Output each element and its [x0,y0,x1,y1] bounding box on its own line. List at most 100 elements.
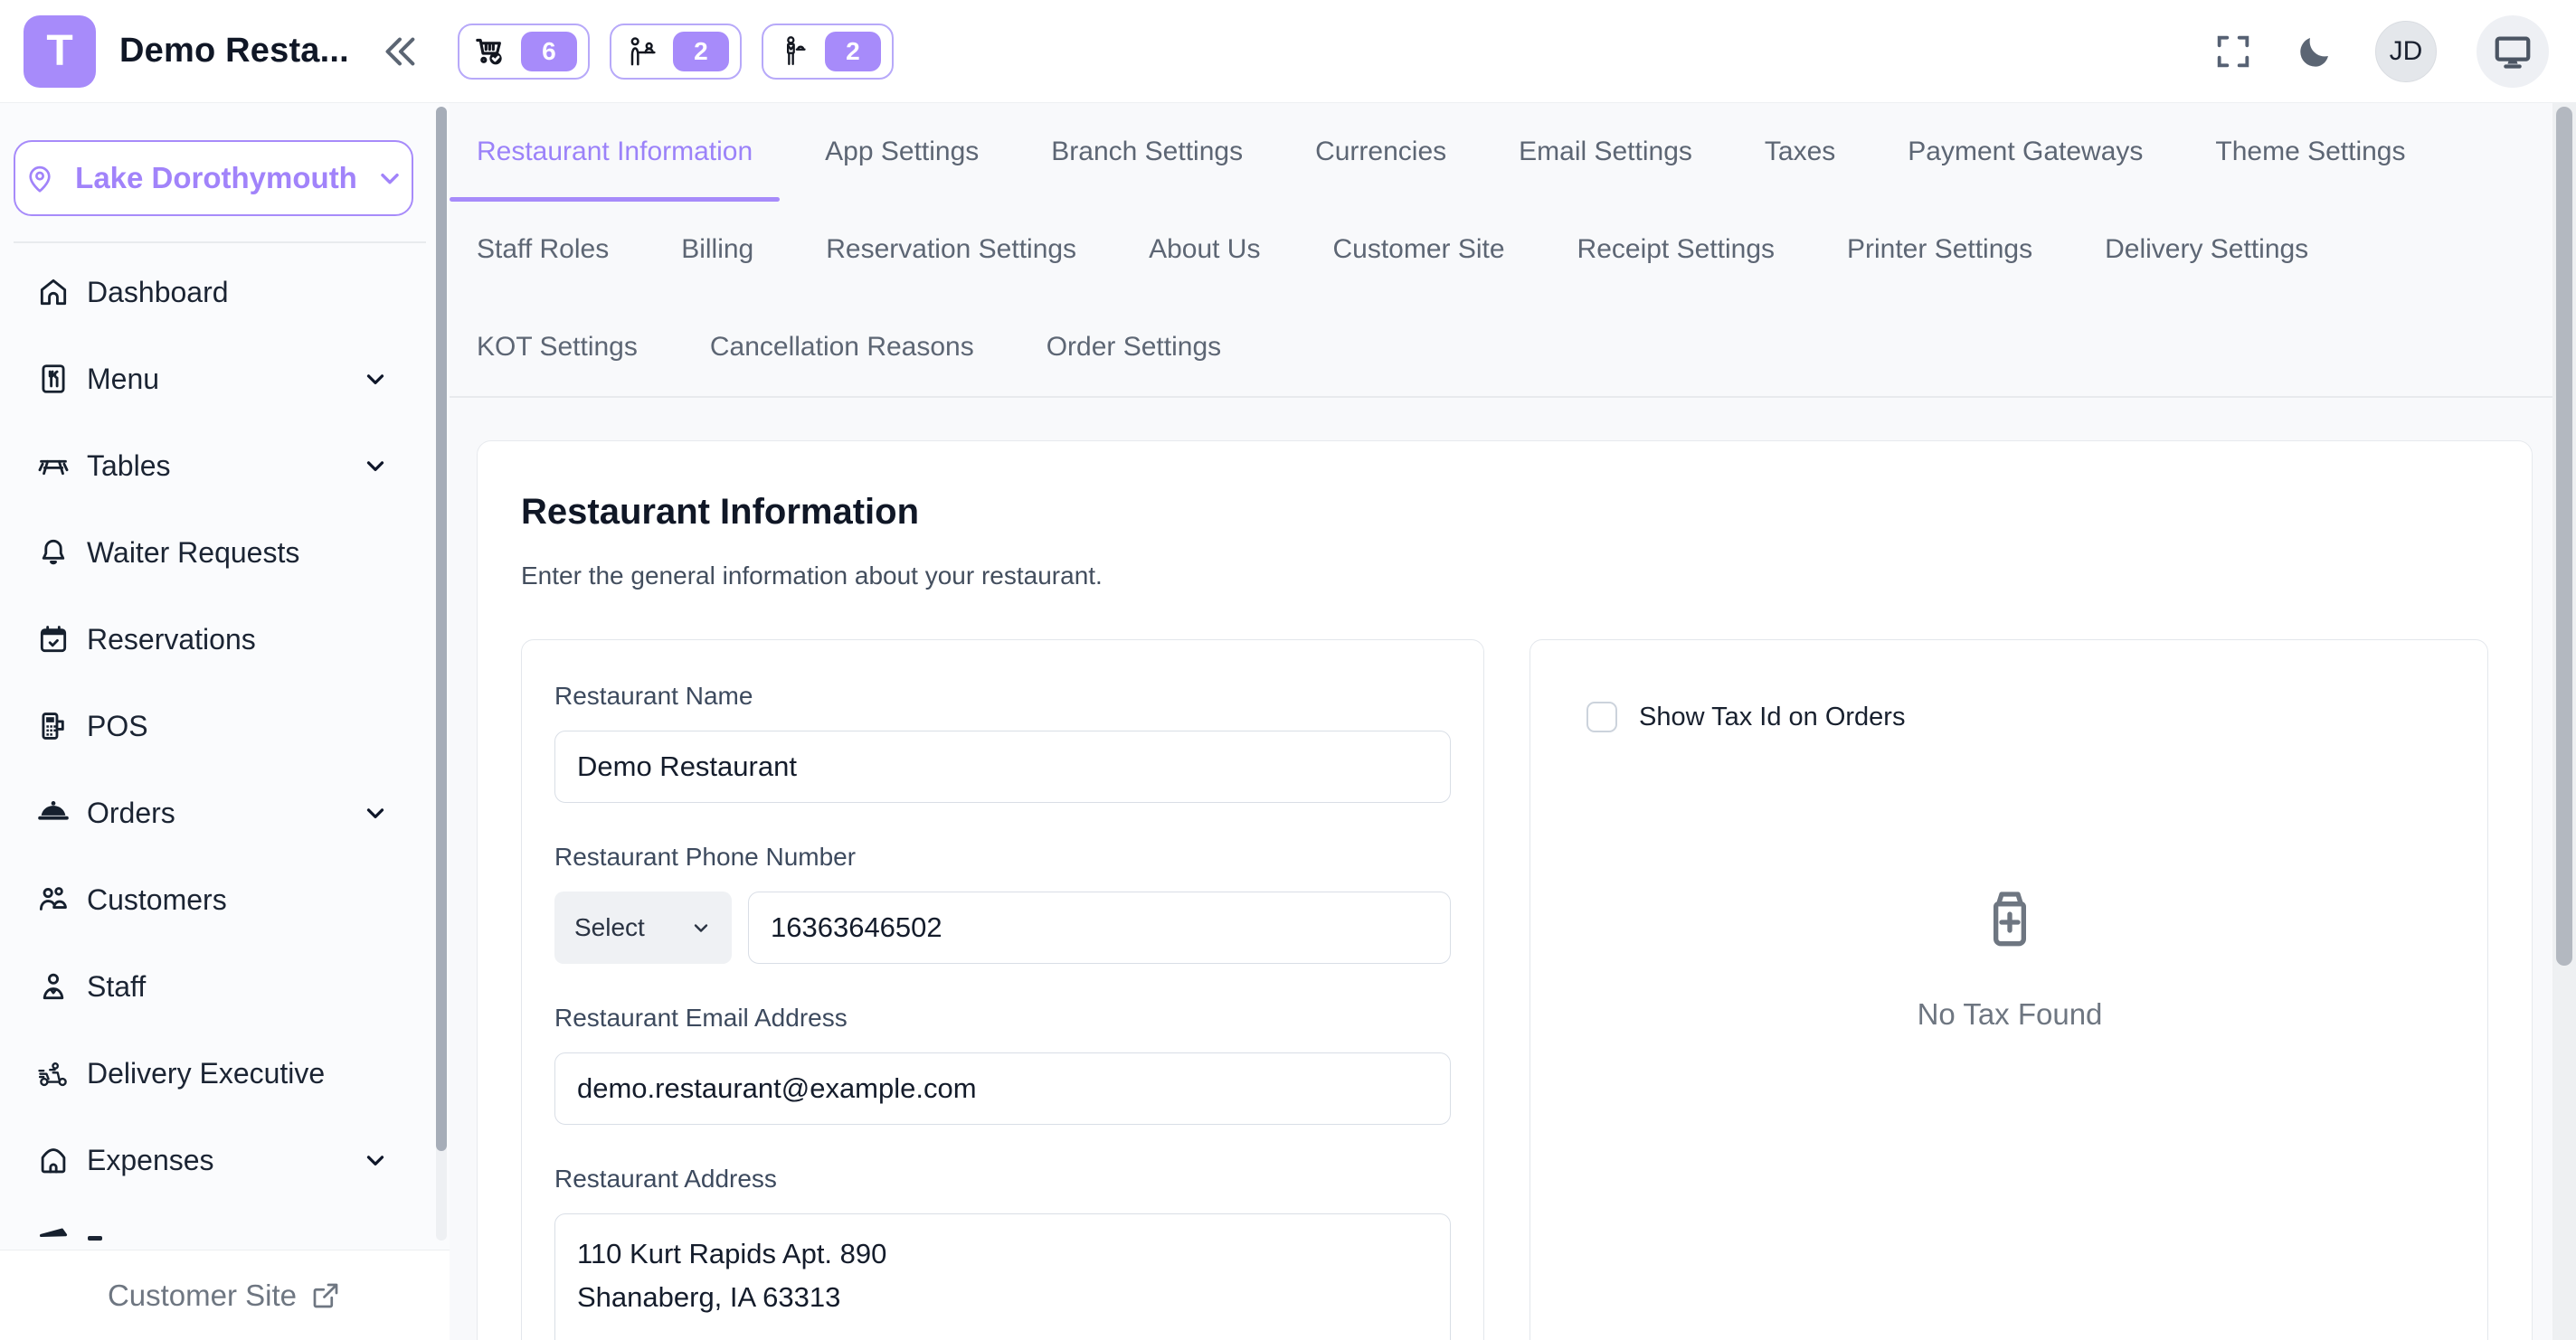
restaurant-email-input[interactable] [554,1052,1451,1125]
sidebar-footer: Customer Site [0,1250,450,1340]
delivery-count-badge: 2 [825,32,881,71]
location-pin-icon [23,161,57,195]
home-icon [36,275,71,309]
chevron-down-icon [362,365,389,392]
restaurant-name-field: Restaurant Name [554,682,1451,803]
customer-site-link[interactable]: Customer Site [108,1279,297,1313]
sidebar-item-staff[interactable]: Staff [0,943,450,1030]
tab-taxes[interactable]: Taxes [1738,103,1862,201]
user-icon [36,969,71,1004]
phone-country-code-select[interactable]: Select [554,892,732,964]
sidebar-item-dashboard[interactable]: Dashboard [0,249,450,335]
sidebar-item-menu[interactable]: Menu [0,335,450,422]
tab-receipt-settings[interactable]: Receipt Settings [1550,201,1802,298]
tab-order-settings[interactable]: Order Settings [1019,298,1248,396]
app-logo[interactable]: T [24,15,96,88]
panels-row: Restaurant Name Restaurant Phone Number … [521,639,2488,1340]
restaurant-address-field: Restaurant Address 110 Kurt Rapids Apt. … [554,1165,1451,1340]
sidebar-item-customers[interactable]: Customers [0,856,450,943]
sidebar-item-expenses[interactable]: Expenses [0,1117,450,1203]
sidebar-divider [14,241,426,243]
sidebar-item-label: Expenses [87,1144,214,1177]
chevron-down-icon [362,799,389,826]
tab-theme-settings[interactable]: Theme Settings [2188,103,2432,201]
header-badge-group: 6 2 [458,24,894,80]
tab-billing[interactable]: Billing [654,201,781,298]
external-link-icon [309,1279,342,1312]
tab-kot-settings[interactable]: KOT Settings [450,298,665,396]
waiter-request-badge-button[interactable]: 2 [610,24,742,80]
menu-book-icon [36,362,71,396]
restaurant-name-label: Restaurant Name [554,682,1451,711]
tab-staff-roles[interactable]: Staff Roles [450,201,636,298]
monitor-icon [2492,31,2533,72]
no-tax-empty-state: No Tax Found [1586,882,2433,1032]
fullscreen-icon [2212,31,2254,72]
tab-reservation-settings[interactable]: Reservation Settings [799,201,1103,298]
show-tax-id-checkbox[interactable] [1586,702,1617,732]
sidebar-item-label: Tables [87,449,171,483]
branch-selector[interactable]: Lake Dorothymouth [14,140,413,216]
chevron-down-icon [375,164,404,193]
tab-email-settings[interactable]: Email Settings [1492,103,1719,201]
main-scrollbar-thumb[interactable] [2556,107,2572,966]
restaurant-name-input[interactable] [554,731,1451,803]
top-header: T Demo Resta... 6 [0,0,2576,103]
tab-restaurant-information[interactable]: Restaurant Information [450,103,780,201]
sidebar-item-orders[interactable]: Orders [0,769,450,856]
tab-row-3: KOT Settings Cancellation Reasons Order … [450,298,2576,396]
restaurant-address-label: Restaurant Address [554,1165,1451,1194]
pos-cart-badge-button[interactable]: 6 [458,24,590,80]
main-scrollbar[interactable] [2552,103,2576,1340]
sidebar-item-waiter-requests[interactable]: Waiter Requests [0,509,450,596]
scooter-icon [36,1056,71,1090]
chevron-down-icon [362,452,389,479]
tab-payment-gateways[interactable]: Payment Gateways [1880,103,2170,201]
users-icon [36,882,71,917]
user-avatar[interactable]: JD [2375,21,2437,82]
tab-printer-settings[interactable]: Printer Settings [1820,201,2060,298]
no-tax-found-text: No Tax Found [1918,997,2103,1032]
moon-icon [2294,31,2335,72]
fullscreen-button[interactable] [2212,31,2254,72]
sidebar-item-label: Menu [87,363,159,396]
tab-currencies[interactable]: Currencies [1288,103,1473,201]
waiter-request-count-badge: 2 [673,32,729,71]
tab-about-us[interactable]: About Us [1122,201,1287,298]
sidebar-scrollbar[interactable] [436,107,447,1241]
pos-cart-count-badge: 6 [521,32,577,71]
restaurant-email-label: Restaurant Email Address [554,1004,1451,1033]
pos-terminal-icon [36,709,71,743]
sidebar-item-label: Customers [87,883,227,917]
sidebar-nav: Dashboard Menu Tables Waiter Requests Re… [0,249,450,1258]
tab-branch-settings[interactable]: Branch Settings [1024,103,1270,201]
restaurant-address-input[interactable]: 110 Kurt Rapids Apt. 890 Shanaberg, IA 6… [554,1213,1451,1340]
restaurant-information-card: Restaurant Information Enter the general… [477,440,2533,1340]
sidebar-item-pos[interactable]: POS [0,683,450,769]
tab-customer-site[interactable]: Customer Site [1305,201,1531,298]
sidebar-item-label: Staff [87,970,146,1004]
sidebar-item-reservations[interactable]: Reservations [0,596,450,683]
sidebar-collapse-button[interactable] [378,31,420,72]
cart-check-icon [472,33,508,70]
delivery-badge-button[interactable]: 2 [762,24,894,80]
sidebar-item-label: Waiter Requests [87,536,299,570]
cloche-icon [36,796,71,830]
tab-row-1: Restaurant Information App Settings Bran… [450,103,2576,201]
sidebar-item-label: Orders [87,797,175,830]
expense-house-icon [36,1143,71,1177]
sidebar-item-delivery-executive[interactable]: Delivery Executive [0,1030,450,1117]
tab-delivery-settings[interactable]: Delivery Settings [2078,201,2335,298]
tab-app-settings[interactable]: App Settings [798,103,1006,201]
tax-add-icon [1974,882,2046,954]
sidebar-scrollbar-thumb[interactable] [436,107,447,1151]
tab-cancellation-reasons[interactable]: Cancellation Reasons [683,298,1001,396]
main-area: Restaurant Information App Settings Bran… [450,103,2576,1340]
header-right-actions: JD [2212,15,2552,88]
restaurant-info-form-panel: Restaurant Name Restaurant Phone Number … [521,639,1484,1340]
display-mode-button[interactable] [2477,15,2549,88]
restaurant-phone-field: Restaurant Phone Number Select [554,843,1451,964]
restaurant-phone-input[interactable] [748,892,1451,964]
dark-mode-toggle[interactable] [2294,31,2335,72]
sidebar-item-tables[interactable]: Tables [0,422,450,509]
